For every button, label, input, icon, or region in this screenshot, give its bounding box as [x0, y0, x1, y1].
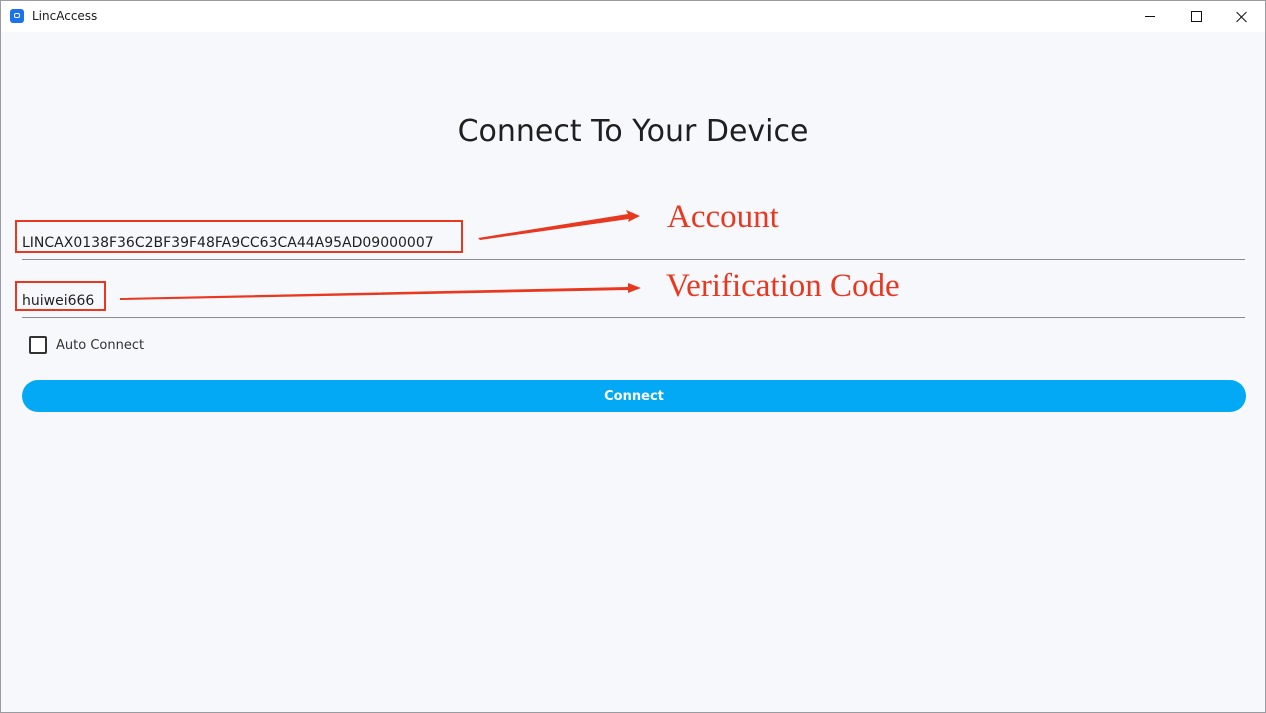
verification-code-annotation: Verification Code — [666, 268, 900, 304]
annotation-arrows — [120, 210, 641, 300]
account-annotation: Account — [667, 199, 779, 235]
account-arrow — [478, 210, 640, 240]
code-arrow — [120, 283, 641, 300]
